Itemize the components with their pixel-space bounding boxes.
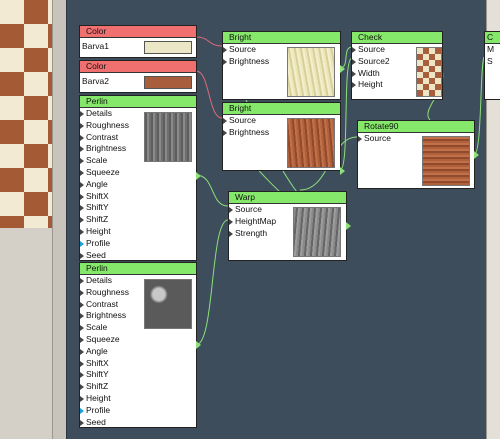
- color-node-1[interactable]: Color Barva1: [79, 25, 197, 58]
- port-shifty[interactable]: ShiftY: [80, 369, 196, 381]
- port-profile[interactable]: Profile: [80, 238, 196, 250]
- check-node[interactable]: Check Source Source2 Width Height: [351, 31, 443, 100]
- input-arrow-icon: [80, 181, 84, 188]
- input-arrow-icon: [229, 230, 233, 237]
- port-shiftx[interactable]: ShiftX: [80, 358, 196, 370]
- perlin-node-2[interactable]: Perlin Details Roughness Contrast Bright…: [79, 262, 201, 429]
- input-arrow-icon: [80, 407, 84, 414]
- input-arrow-icon: [80, 111, 84, 117]
- bright-node-2[interactable]: Bright Source Brightness: [222, 102, 345, 175]
- perlin-node-1[interactable]: Perlin Details Roughness Contrast Bright…: [79, 95, 201, 262]
- splitter[interactable]: [52, 0, 67, 439]
- input-arrow-icon: [358, 136, 362, 142]
- node-title: Perlin: [80, 263, 196, 275]
- port-shiftx[interactable]: ShiftX: [80, 191, 196, 203]
- input-arrow-icon: [80, 158, 84, 165]
- texture-preview: [0, 0, 53, 228]
- node-title: Rotate90: [358, 121, 474, 133]
- output-arrow-icon[interactable]: [196, 172, 201, 180]
- port-shiftz[interactable]: ShiftZ: [80, 214, 196, 226]
- warp-preview-thumbnail: [293, 207, 341, 257]
- port-angle[interactable]: Angle: [80, 346, 196, 358]
- input-arrow-icon: [80, 205, 84, 212]
- input-arrow-icon: [80, 395, 84, 402]
- port-shiftz[interactable]: ShiftZ: [80, 381, 196, 393]
- color-node-2[interactable]: Color Barva2: [79, 60, 197, 93]
- port-s[interactable]: S: [485, 56, 500, 68]
- input-arrow-icon: [80, 122, 84, 129]
- node-title: Bright: [223, 103, 340, 115]
- port-squeeze[interactable]: Squeeze: [80, 167, 196, 179]
- input-arrow-icon: [80, 336, 84, 343]
- output-arrow-icon[interactable]: [340, 167, 345, 175]
- color-label: Barva1: [82, 41, 109, 51]
- input-arrow-icon: [80, 360, 84, 367]
- output-node-partial[interactable]: C M S: [484, 31, 500, 100]
- input-arrow-icon: [223, 47, 227, 53]
- input-arrow-icon: [80, 419, 84, 426]
- input-arrow-icon: [80, 384, 84, 391]
- rotate-preview-thumbnail: [422, 136, 470, 186]
- input-arrow-icon: [352, 82, 356, 89]
- output-arrow-icon[interactable]: [340, 65, 345, 73]
- port-seed[interactable]: Seed: [80, 250, 196, 262]
- input-arrow-icon: [80, 348, 84, 355]
- input-arrow-icon: [80, 146, 84, 153]
- input-arrow-icon: [80, 217, 84, 224]
- input-arrow-icon: [80, 301, 84, 308]
- input-arrow-icon: [80, 193, 84, 200]
- warp-node[interactable]: Warp Source HeightMap Strength: [228, 191, 351, 261]
- port-squeeze[interactable]: Squeeze: [80, 334, 196, 346]
- input-arrow-icon: [352, 70, 356, 77]
- input-arrow-icon: [80, 134, 84, 141]
- input-arrow-icon: [352, 58, 356, 65]
- input-arrow-icon: [80, 325, 84, 332]
- color-swatch[interactable]: [144, 76, 192, 89]
- port-height[interactable]: Height: [80, 226, 196, 238]
- node-title: Color: [80, 26, 196, 38]
- input-arrow-icon: [80, 252, 84, 259]
- port-seed[interactable]: Seed: [80, 417, 196, 429]
- bright-preview-thumbnail: [287, 47, 335, 97]
- input-arrow-icon: [80, 289, 84, 296]
- input-arrow-icon: [80, 313, 84, 320]
- output-arrow-icon[interactable]: [196, 341, 201, 349]
- input-arrow-icon: [80, 228, 84, 235]
- output-arrow-icon[interactable]: [346, 222, 351, 230]
- input-arrow-icon: [80, 240, 84, 247]
- port-profile[interactable]: Profile: [80, 405, 196, 417]
- rotate90-node[interactable]: Rotate90 Source: [357, 120, 479, 189]
- node-title: C: [485, 32, 500, 44]
- color-label: Barva2: [82, 76, 109, 86]
- node-title: Bright: [223, 32, 340, 44]
- node-title: Color: [80, 61, 196, 73]
- node-title: Perlin: [80, 96, 196, 108]
- perlin-preview-thumbnail: [144, 279, 192, 329]
- bright-node-1[interactable]: Bright Source Brightness: [222, 31, 345, 100]
- node-title: Warp: [229, 192, 346, 204]
- input-arrow-icon: [229, 218, 233, 225]
- input-arrow-icon: [80, 278, 84, 284]
- output-arrow-icon[interactable]: [474, 151, 479, 159]
- port-m[interactable]: M: [485, 44, 500, 56]
- input-arrow-icon: [223, 58, 227, 65]
- color-swatch[interactable]: [144, 41, 192, 54]
- input-arrow-icon: [223, 129, 227, 136]
- port-shifty[interactable]: ShiftY: [80, 202, 196, 214]
- check-preview-thumbnail: [416, 47, 442, 97]
- input-arrow-icon: [352, 47, 356, 53]
- input-arrow-icon: [80, 372, 84, 379]
- input-arrow-icon: [80, 169, 84, 176]
- bright-preview-thumbnail: [287, 118, 335, 168]
- input-arrow-icon: [223, 118, 227, 124]
- node-title: Check: [352, 32, 442, 44]
- input-arrow-icon: [229, 207, 233, 213]
- preview-empty-area: [0, 228, 52, 439]
- port-height[interactable]: Height: [80, 393, 196, 405]
- port-angle[interactable]: Angle: [80, 179, 196, 191]
- perlin-preview-thumbnail: [144, 112, 192, 162]
